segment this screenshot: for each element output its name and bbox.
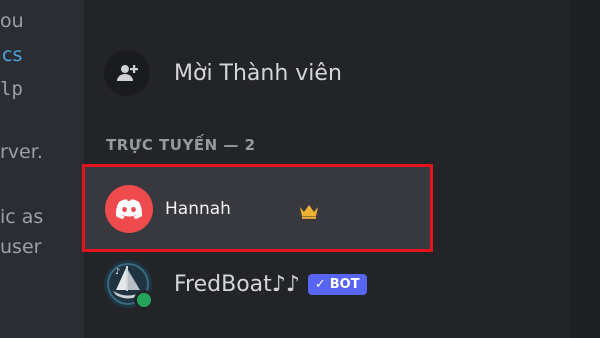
right-edge: [570, 0, 600, 338]
online-status-indicator: [134, 290, 154, 310]
member-row-fredboat[interactable]: ♪ FredBoat♪♪ ✓ BOT: [104, 260, 367, 310]
member-row-hannah[interactable]: Hannah: [82, 164, 433, 252]
member-name: Hannah: [165, 199, 231, 219]
bg-text-line: lp: [0, 78, 23, 100]
discord-logo-avatar: [105, 185, 153, 233]
bot-tag: ✓ BOT: [307, 273, 367, 295]
bg-text-line: cs: [2, 44, 23, 66]
bg-text-line: user: [0, 236, 42, 258]
checkmark-icon: ✓: [314, 276, 326, 292]
invite-label: Mời Thành viên: [174, 60, 342, 86]
invite-members-button[interactable]: Mời Thành viên: [104, 50, 342, 96]
bg-text-line: ou: [0, 10, 24, 32]
background-channel-content: ou cs lp rver. ic as user: [0, 0, 84, 338]
bg-text-line: rver.: [0, 141, 43, 163]
svg-text:♪: ♪: [115, 267, 120, 276]
fredboat-avatar: ♪: [104, 260, 154, 310]
online-section-header: TRỰC TUYẾN — 2: [106, 136, 256, 154]
bg-text-line: ic as: [0, 206, 44, 228]
crown-icon: [299, 203, 319, 223]
add-user-icon: [104, 50, 150, 96]
member-name: FredBoat♪♪: [174, 271, 300, 297]
bot-tag-label: BOT: [329, 276, 360, 292]
